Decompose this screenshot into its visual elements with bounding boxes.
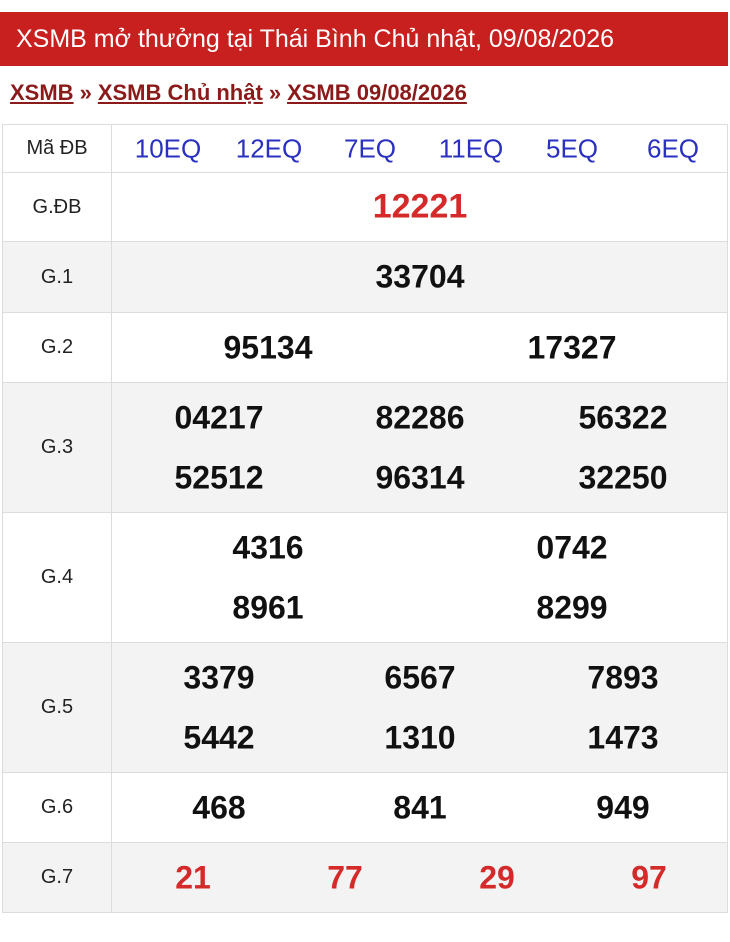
prize-numbers: 12221 [111,172,728,242]
prize-row-g6: G.6 468 841 949 [2,772,728,843]
breadcrumb: XSMB» XSMB Chủ nhật» XSMB 09/08/2026 [10,80,467,110]
prize-label: G.1 [2,241,112,313]
prize-label: G.5 [2,642,112,773]
prize-number: 1473 [587,719,659,756]
prize-number: 21 [175,859,211,896]
special-code: 11EQ [438,133,504,164]
prize-row-g3: G.3 04217 82286 56322 52512 96314 32250 [2,382,728,513]
special-prize-number: 12221 [372,187,468,226]
prize-number: 17327 [527,329,617,366]
results-table: Mã ĐB 10EQ 12EQ 7EQ 11EQ 5EQ 6EQ G.ĐB 12… [2,124,728,913]
breadcrumb-separator: » [268,80,282,105]
prize-number: 0742 [536,529,608,566]
prize-number: 56322 [578,399,668,436]
prize-label: G.2 [2,312,112,383]
prize-row-g7: G.7 21 77 29 97 [2,842,728,913]
special-code: 7EQ [343,133,397,164]
prize-numbers: 3379 6567 7893 5442 1310 1473 [111,642,728,773]
prize-number: 4316 [232,529,304,566]
prize-number: 8299 [536,589,608,626]
breadcrumb-link-weekday[interactable]: XSMB Chủ nhật [98,80,263,105]
special-code: 6EQ [646,133,700,164]
prize-number: 7893 [587,659,659,696]
prize-numbers: 33704 [111,241,728,313]
prize-label: G.ĐB [2,172,112,242]
prize-number: 95134 [223,329,313,366]
prize-number: 5442 [183,719,255,756]
breadcrumb-link-date[interactable]: XSMB 09/08/2026 [287,80,467,105]
prize-number: 32250 [578,459,668,496]
page-title-bar: XSMB mở thưởng tại Thái Bình Chủ nhật, 0… [0,12,728,66]
prize-number: 97 [631,859,667,896]
prize-label: G.7 [2,842,112,913]
prize-numbers: 468 841 949 [111,772,728,843]
prize-row-g5: G.5 3379 6567 7893 5442 1310 1473 [2,642,728,773]
code-row: Mã ĐB 10EQ 12EQ 7EQ 11EQ 5EQ 6EQ [2,124,728,173]
prize-number: 6567 [384,659,456,696]
special-code: 10EQ [134,133,202,164]
prize-number: 52512 [174,459,264,496]
prize-number: 3379 [183,659,255,696]
prize-label: G.6 [2,772,112,843]
prize-number: 04217 [174,399,264,436]
prize-number: 77 [327,859,363,896]
prize-numbers: 4316 0742 8961 8299 [111,512,728,643]
prize-row-gdb: G.ĐB 12221 [2,172,728,242]
prize-numbers: 04217 82286 56322 52512 96314 32250 [111,382,728,513]
page-title: XSMB mở thưởng tại Thái Bình Chủ nhật, 0… [16,25,615,53]
code-cell: 10EQ 12EQ 7EQ 11EQ 5EQ 6EQ [111,124,728,173]
prize-number: 468 [192,789,246,826]
breadcrumb-link-xsmb[interactable]: XSMB [10,80,74,105]
prize-number: 841 [393,789,447,826]
prize-number: 33704 [375,258,465,295]
prize-number: 8961 [232,589,304,626]
prize-number: 949 [596,789,650,826]
special-code: 5EQ [545,133,599,164]
prize-label: G.4 [2,512,112,643]
prize-numbers: 21 77 29 97 [111,842,728,913]
prize-label: G.3 [2,382,112,513]
prize-number: 29 [479,859,515,896]
prize-row-g2: G.2 95134 17327 [2,312,728,383]
special-code: 12EQ [235,133,303,164]
breadcrumb-separator: » [79,80,92,105]
prize-row-g1: G.1 33704 [2,241,728,313]
prize-number: 82286 [375,399,465,436]
prize-number: 1310 [384,719,456,756]
prize-numbers: 95134 17327 [111,312,728,383]
prize-number: 96314 [375,459,465,496]
code-label: Mã ĐB [2,124,112,173]
prize-row-g4: G.4 4316 0742 8961 8299 [2,512,728,643]
